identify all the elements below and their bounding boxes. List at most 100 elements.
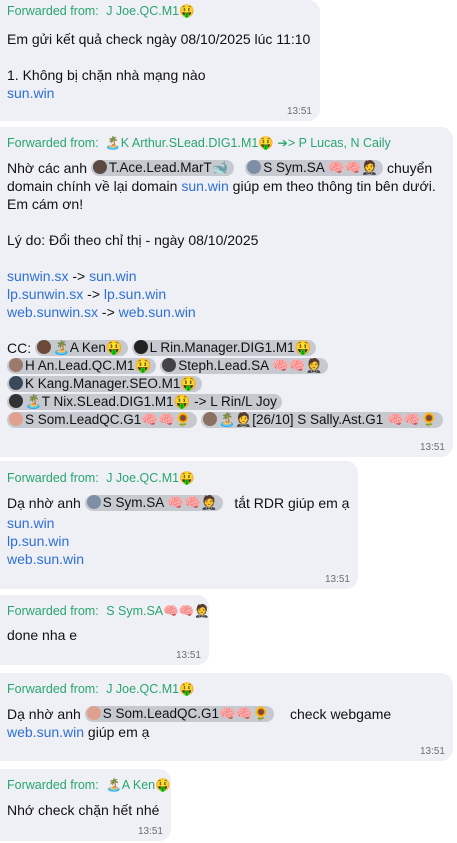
forwarded-label: Forwarded from: — [7, 471, 99, 485]
forwarded-header: Forwarded from: J Joe.QC.M1🤑 — [7, 470, 350, 486]
forwarded-label: Forwarded from: — [7, 778, 99, 792]
mention-label: 🏝️🤵[26/10] S Sally.Ast.G1 🧠🧠🌻 — [218, 412, 438, 427]
mention-label: 🏝️A Ken🤑 — [53, 340, 123, 355]
message-text: Nhờ các anh T.Ace.Lead.MarT🐋 S Sym.SA 🧠🧠… — [7, 159, 445, 177]
message-text: 1. Không bị chặn nhà mạng nào — [7, 67, 206, 83]
avatar — [9, 376, 23, 390]
message-link[interactable]: sun.win — [181, 178, 228, 194]
message-bubble[interactable]: Forwarded from: J Joe.QC.M1🤑 Dạ nhờ anh … — [0, 461, 358, 589]
mention-chip[interactable]: S Sym.SA 🧠🧠🤵 — [84, 495, 223, 511]
message-bubble[interactable]: Forwarded from: J Joe.QC.M1🤑 Dạ nhờ anh … — [0, 673, 453, 761]
avatar — [9, 394, 23, 408]
message-link[interactable]: web.sun.win — [7, 724, 84, 740]
text-span: domain chính về lại domain — [7, 178, 182, 194]
message-bubble[interactable]: Forwarded from: S Sym.SA🧠🧠🤵 done nha e 1… — [0, 595, 210, 665]
cc-line: CC: 🏝️A Ken🤑 L Rin.Manager.DIG1.M1🤑 — [7, 339, 445, 357]
redirect-line: lp.sunwin.sx -> lp.sun.win — [7, 285, 445, 303]
mention-chip[interactable]: K Kang.Manager.SEO.M1🤑 — [7, 376, 203, 392]
mention-label: S Som.LeadQC.G1🧠🧠🌻 — [102, 706, 270, 721]
arrow-text: -> — [83, 286, 104, 302]
mention-chip[interactable]: 🏝️T Nix.SLead.DIG1.M1🤑 -> L Rin/L Joy — [7, 394, 282, 410]
message-link[interactable]: web.sun.win — [119, 304, 196, 320]
cc-label: CC: — [7, 340, 32, 356]
message-link[interactable]: lp.sun.win — [7, 532, 350, 550]
cc-line: 🏝️T Nix.SLead.DIG1.M1🤑 -> L Rin/L Joy — [7, 393, 445, 411]
message-bubble[interactable]: Forwarded from: 🏝️K Arthur.SLead.DIG1.M1… — [0, 127, 453, 457]
mention-label: S Sym.SA 🧠🧠🤵 — [263, 160, 379, 175]
message-bubble[interactable]: Forwarded from: J Joe.QC.M1🤑 Em gửi kết … — [0, 0, 320, 121]
sender-name[interactable]: 🏝️A Ken🤑 — [106, 778, 171, 792]
cc-line: K Kang.Manager.SEO.M1🤑 — [7, 375, 445, 393]
message-time: 13:51 — [175, 650, 201, 661]
message-link[interactable]: sun.win — [7, 84, 312, 102]
sender-name[interactable]: J Joe.QC.M1🤑 — [106, 4, 195, 18]
mention-chip[interactable]: S Som.LeadQC.G1🧠🧠🌻 — [84, 706, 275, 722]
mention-chip[interactable]: S Som.LeadQC.G1🧠🧠🌻 — [7, 412, 197, 428]
avatar — [202, 412, 217, 426]
avatar — [247, 160, 262, 174]
message-link[interactable]: web.sunwin.sx — [7, 304, 98, 320]
avatar — [9, 412, 23, 426]
forwarded-label: Forwarded from: — [7, 682, 99, 696]
avatar — [162, 358, 177, 372]
redirect-line: web.sunwin.sx -> web.sun.win — [7, 303, 445, 321]
mention-chip[interactable]: L Rin.Manager.DIG1.M1🤑 — [131, 340, 317, 356]
sender-name[interactable]: 🏝️K Arthur.SLead.DIG1.M1🤑 ➔> P Lucas, N … — [105, 136, 391, 150]
message-time: 13:51 — [324, 574, 350, 585]
forwarded-header: Forwarded from: 🏝️K Arthur.SLead.DIG1.M1… — [7, 135, 445, 151]
text-span: Nhờ các anh — [7, 160, 88, 176]
forwarded-label: Forwarded from: — [7, 136, 99, 150]
forwarded-header: Forwarded from: S Sym.SA🧠🧠🤵 — [7, 603, 210, 619]
mention-chip[interactable]: S Sym.SA 🧠🧠🤵 — [245, 160, 384, 176]
message-text: done nha e — [7, 627, 78, 643]
text-span: Dạ nhờ anh — [7, 495, 81, 511]
mention-chip[interactable]: T.Ace.Lead.MarT🐋 — [90, 160, 234, 176]
forwarded-header: Forwarded from: J Joe.QC.M1🤑 — [7, 681, 445, 697]
mention-label: K Kang.Manager.SEO.M1🤑 — [25, 376, 198, 391]
redirect-line: sunwin.sx -> sun.win — [7, 267, 445, 285]
text-span: tắt RDR giúp em ạ — [234, 495, 350, 511]
avatar — [86, 495, 101, 509]
message-text: web.sun.win giúp em ạ — [7, 723, 445, 741]
mention-label: L Rin.Manager.DIG1.M1🤑 — [149, 340, 312, 355]
sender-name[interactable]: J Joe.QC.M1🤑 — [106, 682, 195, 696]
mention-label: S Som.LeadQC.G1🧠🧠🌻 — [25, 412, 192, 427]
message-link[interactable]: lp.sun.win — [104, 286, 166, 302]
message-time: 13:51 — [419, 442, 445, 453]
message-time: 13:51 — [419, 746, 445, 757]
text-span: check webgame — [289, 706, 392, 722]
arrow-text: -> — [68, 268, 90, 284]
message-link[interactable]: sun.win — [89, 268, 136, 284]
avatar — [9, 358, 23, 372]
mention-label: 🏝️T Nix.SLead.DIG1.M1🤑 -> L Rin/L Joy — [25, 394, 277, 409]
cc-line: S Som.LeadQC.G1🧠🧠🌻 🏝️🤵[26/10] S Sally.As… — [7, 411, 445, 429]
forwarded-label: Forwarded from: — [7, 604, 99, 618]
text-span: giúp em theo thông tin bên dưới. — [228, 178, 436, 194]
message-link[interactable]: sun.win — [7, 514, 350, 532]
mention-label: H An.Lead.QC.M1🤑 — [25, 358, 152, 373]
message-text: Nhớ check chặn hết nhé — [7, 802, 160, 818]
message-time: 13:51 — [286, 106, 312, 117]
message-time: 13:51 — [137, 826, 163, 837]
text-span: chuyển — [387, 160, 433, 176]
message-text: Em gửi kết quả check ngày 08/10/2025 lúc… — [7, 31, 311, 47]
message-bubble[interactable]: Forwarded from: 🏝️A Ken🤑 Nhớ check chặn … — [0, 769, 171, 841]
sender-name[interactable]: S Sym.SA🧠🧠🤵 — [106, 604, 210, 618]
message-link[interactable]: web.sun.win — [7, 550, 350, 568]
avatar — [37, 340, 52, 354]
forwarded-header: Forwarded from: J Joe.QC.M1🤑 — [7, 3, 312, 19]
mention-chip[interactable]: 🏝️A Ken🤑 — [35, 340, 128, 356]
message-text: Dạ nhờ anh S Sym.SA 🧠🧠🤵 tắt RDR giúp em … — [7, 494, 350, 512]
text-span: giúp em ạ — [84, 724, 150, 740]
mention-label: S Sym.SA 🧠🧠🤵 — [102, 495, 218, 510]
avatar — [92, 160, 107, 174]
message-text: Em cám ơn! — [7, 196, 84, 212]
avatar — [133, 340, 148, 354]
sender-name[interactable]: J Joe.QC.M1🤑 — [106, 471, 195, 485]
mention-chip[interactable]: H An.Lead.QC.M1🤑 — [7, 358, 157, 374]
message-link[interactable]: sunwin.sx — [7, 268, 68, 284]
mention-label: Steph.Lead.SA 🧠🧠🤵 — [178, 358, 323, 373]
mention-chip[interactable]: 🏝️🤵[26/10] S Sally.Ast.G1 🧠🧠🌻 — [200, 412, 443, 428]
mention-chip[interactable]: Steph.Lead.SA 🧠🧠🤵 — [160, 358, 328, 374]
message-link[interactable]: lp.sunwin.sx — [7, 286, 83, 302]
